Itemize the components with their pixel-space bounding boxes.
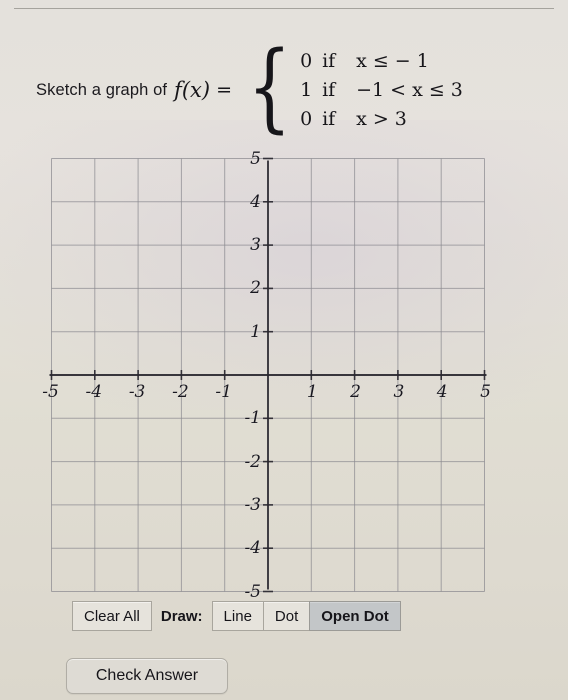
- case-if-keyword: if: [322, 50, 336, 72]
- clear-all-button[interactable]: Clear All: [72, 601, 152, 631]
- x-tick-label: -4: [85, 382, 103, 402]
- y-tick-label: -1: [244, 408, 261, 429]
- y-tick-label: -2: [244, 451, 261, 472]
- case-row: 1 if −1 < x ≤ 3: [300, 79, 463, 101]
- y-tick-label: 2: [250, 278, 261, 299]
- draw-mode-label: Draw:: [160, 607, 203, 625]
- x-tick-label: 1: [306, 382, 318, 402]
- case-value: 1: [300, 79, 313, 101]
- x-tick-label: 5: [480, 382, 491, 402]
- draw-mode-open-dot-button[interactable]: Open Dot: [309, 601, 401, 631]
- draw-mode-line-button[interactable]: Line: [211, 601, 264, 631]
- equals-sign: =: [216, 79, 232, 101]
- y-tick-label: 1: [250, 321, 261, 342]
- x-tick-label: 3: [393, 382, 405, 402]
- y-tick-label: -5: [244, 581, 261, 602]
- check-answer-button[interactable]: Check Answer: [66, 658, 228, 694]
- y-tick-label: 4: [250, 191, 261, 212]
- problem-statement: Sketch a graph of f(x) = { 0 if x ≤ − 1 …: [36, 31, 463, 143]
- y-tick-label: -3: [244, 494, 261, 515]
- drawing-toolbar: Clear All Draw: Line Dot Open Dot: [72, 601, 401, 631]
- y-tick-label: 3: [250, 235, 261, 256]
- x-tick-label: -5: [42, 382, 59, 402]
- top-divider: [14, 8, 554, 9]
- case-if-keyword: if: [322, 79, 336, 101]
- x-tick-label: 2: [350, 382, 362, 402]
- case-condition: −1 < x ≤ 3: [356, 79, 463, 101]
- x-tick-label: -1: [215, 382, 232, 402]
- case-condition: x > 3: [356, 108, 407, 130]
- case-value: 0: [300, 108, 313, 130]
- problem-prompt: Sketch a graph of: [36, 80, 168, 99]
- case-if-keyword: if: [322, 108, 336, 130]
- case-row: 0 if x ≤ − 1: [300, 50, 463, 72]
- y-tick-label: 5: [250, 148, 261, 169]
- draw-mode-dot-button[interactable]: Dot: [262, 601, 311, 631]
- y-tick-label: -4: [244, 538, 261, 559]
- case-row: 0 if x > 3: [300, 108, 463, 130]
- function-name: f(x): [174, 78, 211, 102]
- case-condition: x ≤ − 1: [356, 50, 429, 72]
- x-tick-label: -2: [172, 382, 189, 402]
- piecewise-cases: 0 if x ≤ − 1 1 if −1 < x ≤ 3 0 if x > 3: [300, 50, 463, 130]
- case-value: 0: [300, 50, 313, 72]
- x-tick-label: -3: [128, 382, 146, 402]
- x-tick-label: 4: [436, 382, 448, 402]
